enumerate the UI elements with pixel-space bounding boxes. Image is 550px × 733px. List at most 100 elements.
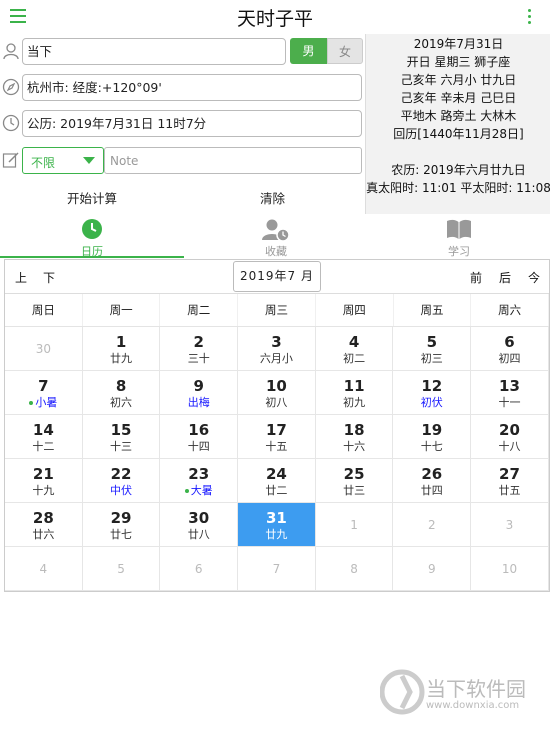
tab-label: 收藏 [265, 245, 287, 258]
today-button[interactable]: 今 [528, 269, 540, 286]
day-cell[interactable]: 17 十五 [238, 415, 316, 459]
day-number: 29 [110, 509, 132, 527]
tab-indicator [0, 256, 184, 258]
day-cell[interactable]: 4 [5, 547, 83, 591]
day-cell[interactable]: 21 十九 [5, 459, 83, 503]
lunar-date: 廿四 [420, 484, 443, 497]
day-cell[interactable]: 6 [160, 547, 239, 591]
gender-male-button[interactable]: 男 [290, 38, 327, 64]
person-icon [3, 43, 19, 60]
day-cell[interactable]: 18 十六 [315, 415, 394, 459]
day-cell[interactable]: 1 廿九 [82, 327, 161, 371]
filter-select[interactable]: 不限 [22, 147, 104, 174]
weekday-label: 周一 [83, 294, 161, 326]
day-cell[interactable]: 12 初伏 [393, 371, 472, 415]
tab-favorites[interactable]: 收藏 [184, 214, 368, 258]
compute-button[interactable]: 开始计算 [67, 188, 117, 207]
day-cell[interactable]: 7 [238, 547, 316, 591]
day-cell[interactable]: 10 [471, 547, 549, 591]
day-cell[interactable]: 2 [393, 503, 472, 547]
month-picker[interactable]: 2019年7 月 [233, 261, 321, 292]
day-cell[interactable]: 8 初六 [82, 371, 161, 415]
day-cell[interactable]: 10 初八 [238, 371, 316, 415]
day-cell[interactable]: 24 廿二 [238, 459, 316, 503]
day-cell[interactable]: 22 中伏 [82, 459, 161, 503]
gender-female-button[interactable]: 女 [327, 38, 363, 64]
tab-learn[interactable]: 学习 [368, 214, 550, 258]
day-cell[interactable]: 9 [393, 547, 472, 591]
user-clock-icon [262, 219, 290, 242]
day-cell[interactable]: 14 十二 [5, 415, 83, 459]
day-cell[interactable]: 25 廿三 [315, 459, 394, 503]
day-cell[interactable]: 6 初四 [471, 327, 549, 371]
day-cell[interactable]: 1 [315, 503, 394, 547]
info-line: 真太阳时: 11:01 平太阳时: 11:08 [366, 181, 550, 195]
day-number: 5 [117, 562, 125, 576]
tab-calendar[interactable]: 日历 [0, 214, 184, 258]
day-cell[interactable]: 28 廿六 [5, 503, 83, 547]
day-cell[interactable]: 13 十一 [471, 371, 549, 415]
day-cell[interactable]: 23 大暑 [160, 459, 239, 503]
day-cell[interactable]: 30 [5, 327, 83, 371]
weekday-header: 周日 周一 周二 周三 周四 周五 周六 [5, 294, 550, 327]
location-field[interactable]: 杭州市: 经度:+120°09' [22, 74, 362, 101]
lunar-date: 廿七 [110, 528, 133, 541]
clear-button[interactable]: 清除 [260, 188, 285, 207]
day-cell[interactable]: 30 廿八 [160, 503, 239, 547]
day-cell[interactable]: 19 十七 [393, 415, 472, 459]
day-number: 7 [38, 377, 49, 395]
info-line: 平地木 路旁土 大林木 [400, 109, 517, 123]
day-number: 2 [193, 333, 204, 351]
day-number: 15 [110, 421, 132, 439]
day-cell[interactable]: 4 初二 [315, 327, 394, 371]
day-cell[interactable]: 20 十八 [471, 415, 549, 459]
year-up-button[interactable]: 上 [15, 269, 27, 286]
gender-toggle: 男 女 [290, 38, 363, 64]
lunar-date: 大暑 [190, 484, 213, 497]
weekday-label: 周二 [160, 294, 239, 326]
lunar-date: 初四 [498, 352, 521, 365]
calendar: 上 下 2019年7 月 前 后 今 周日 周一 周二 周三 周四 周五 周六 30 1 廿九 2… [4, 259, 550, 592]
info-line [366, 143, 550, 161]
info-line: 2019年7月31日 [413, 37, 504, 51]
day-cell[interactable]: 29 廿七 [82, 503, 161, 547]
day-number: 4 [39, 562, 48, 576]
next-month-button[interactable]: 后 [499, 269, 511, 286]
day-number: 11 [343, 377, 365, 395]
lunar-date: 廿九 [265, 528, 288, 541]
note-field[interactable]: Note [104, 147, 362, 174]
day-cell[interactable]: 15 十三 [82, 415, 161, 459]
day-cell[interactable]: 11 初九 [315, 371, 394, 415]
day-cell[interactable]: 8 [315, 547, 394, 591]
day-number: 30 [188, 509, 210, 527]
day-cell[interactable]: 7 小暑 [5, 371, 83, 415]
day-number: 7 [272, 562, 281, 576]
day-cell[interactable]: 3 六月小 [238, 327, 316, 371]
day-cell[interactable]: 26 廿四 [393, 459, 472, 503]
day-cell[interactable]: 9 出梅 [160, 371, 239, 415]
lunar-date: 出梅 [187, 396, 210, 409]
chevron-down-icon [83, 157, 95, 164]
day-cell[interactable]: 2 三十 [160, 327, 239, 371]
year-down-button[interactable]: 下 [43, 269, 55, 286]
day-cell[interactable]: 5 初三 [393, 327, 472, 371]
lunar-date: 十五 [265, 440, 288, 453]
info-line: 农历: 2019年六月廿九日 [391, 163, 526, 177]
weekday-label: 周日 [5, 294, 83, 326]
clock-icon [82, 219, 102, 239]
day-cell[interactable]: 16 十四 [160, 415, 239, 459]
more-options-icon[interactable] [528, 9, 532, 25]
name-field[interactable]: 当下 [22, 38, 286, 65]
datetime-field[interactable]: 公历: 2019年7月31日 11时7分 [22, 110, 362, 137]
day-cell-selected[interactable]: 31 廿九 [238, 503, 316, 547]
compass-icon [2, 78, 20, 96]
day-number: 6 [194, 562, 203, 576]
day-cell[interactable]: 5 [82, 547, 161, 591]
info-line: 己亥年 辛未月 己巳日 [400, 91, 517, 105]
prev-month-button[interactable]: 前 [470, 269, 482, 286]
day-cell[interactable]: 3 [471, 503, 549, 547]
lunar-date: 廿三 [343, 484, 366, 497]
day-cell[interactable]: 27 廿五 [471, 459, 549, 503]
day-number: 23 [188, 465, 210, 483]
lunar-date: 十九 [32, 484, 55, 497]
